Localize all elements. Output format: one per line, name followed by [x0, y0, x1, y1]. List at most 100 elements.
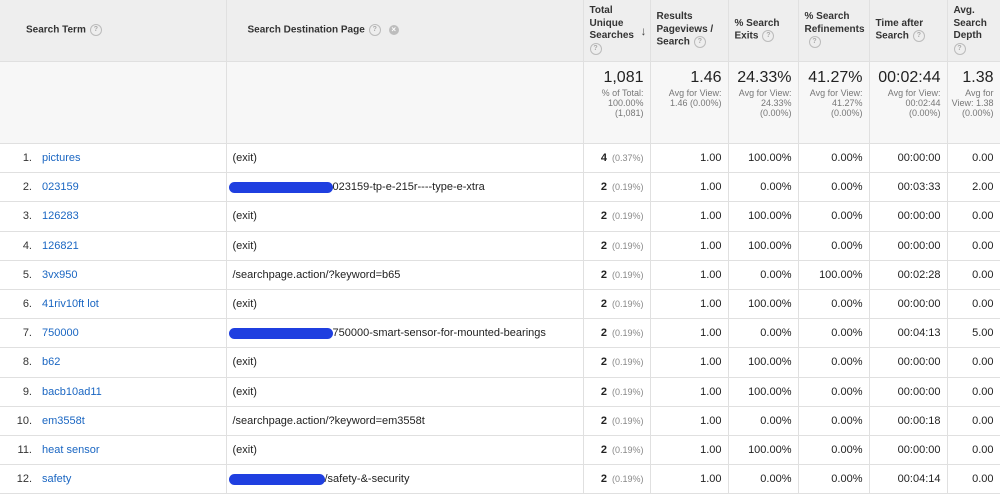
search-exits-cell: 100.00%	[728, 231, 799, 261]
help-icon[interactable]: ?	[912, 30, 925, 43]
results-pageviews-cell: 1.00	[650, 143, 729, 174]
unique-searches-value: 2	[600, 210, 607, 223]
search-refinements-cell: 0.00%	[798, 347, 870, 378]
column-header-destination[interactable]: Search Destination Page? ×	[226, 0, 584, 62]
destination-text: (exit)	[232, 210, 257, 223]
unique-searches-percent: (0.19%)	[611, 474, 644, 485]
search-depth-cell: 0.00	[947, 464, 1000, 495]
totals-row: 1,081 % of Total: 100.00% (1,081) 1.46 A…	[0, 61, 1000, 144]
results-pageviews-cell: 1.00	[650, 231, 729, 261]
results-pageviews-cell: 1.00	[650, 435, 729, 466]
table-row: 10. em3558t /searchpage.action/?keyword=e…	[0, 406, 1000, 436]
results-pageviews-cell: 1.00	[650, 318, 729, 349]
site-search-report-table: Search Term? Search Destination Page? × T…	[0, 0, 1000, 495]
search-refinements-cell: 0.00%	[798, 377, 870, 407]
unique-searches-value: 2	[600, 327, 607, 340]
unique-searches-cell: 4 (0.37%)	[583, 143, 651, 174]
search-term-link[interactable]: safety	[42, 473, 71, 485]
search-exits-cell: 0.00%	[728, 406, 799, 436]
redaction-mark	[228, 181, 333, 193]
unique-searches-cell: 2 (0.19%)	[583, 260, 651, 290]
search-term-cell: 2. 023159	[0, 172, 227, 203]
search-refinements-cell: 0.00%	[798, 318, 870, 349]
column-header-search-exits[interactable]: % Search Exits?	[728, 0, 799, 62]
unique-searches-percent: (0.19%)	[611, 211, 644, 222]
search-depth-cell: 0.00	[947, 260, 1000, 290]
search-term-link[interactable]: 126821	[42, 240, 79, 252]
help-icon[interactable]: ?	[808, 36, 821, 49]
row-index: 4.	[22, 239, 32, 252]
unique-searches-value: 2	[600, 473, 607, 486]
search-term-cell: 10. em3558t	[0, 406, 227, 436]
help-icon[interactable]: ?	[89, 23, 102, 36]
sort-descending-icon[interactable]: ↓	[641, 24, 647, 39]
search-refinements-cell: 0.00%	[798, 172, 870, 203]
search-refinements-cell: 0.00%	[798, 289, 870, 320]
search-term-link[interactable]: 41riv10ft lot	[42, 298, 99, 310]
column-header-search-depth[interactable]: Avg. Search Depth?	[947, 0, 1000, 62]
time-after-search-cell: 00:00:00	[869, 143, 948, 174]
column-header-search-term[interactable]: Search Term?	[0, 0, 227, 62]
search-exits-cell: 100.00%	[728, 143, 799, 174]
time-after-search-cell: 00:03:33	[869, 172, 948, 203]
column-header-label: Search Term	[26, 24, 86, 36]
search-depth-cell: 0.00	[947, 231, 1000, 261]
destination-cell: (exit)	[226, 347, 584, 378]
search-depth-cell: 0.00	[947, 377, 1000, 407]
column-header-search-refinements[interactable]: % Search Refinements?	[798, 0, 870, 62]
results-pageviews-cell: 1.00	[650, 201, 729, 232]
search-refinements-cell: 0.00%	[798, 464, 870, 495]
row-index: 2.	[22, 181, 32, 194]
search-refinements-cell: 0.00%	[798, 231, 870, 261]
search-term-link[interactable]: 126283	[42, 210, 79, 222]
search-term-link[interactable]: 023159	[42, 181, 79, 193]
unique-searches-cell: 2 (0.19%)	[583, 377, 651, 407]
time-after-search-cell: 00:00:00	[869, 377, 948, 407]
total-value: 00:02:44	[878, 69, 941, 86]
search-exits-cell: 0.00%	[728, 318, 799, 349]
unique-searches-value: 2	[600, 181, 607, 194]
search-exits-cell: 100.00%	[728, 201, 799, 232]
search-term-link[interactable]: 3vx950	[42, 269, 77, 281]
help-icon[interactable]: ?	[953, 42, 966, 55]
unique-searches-percent: (0.19%)	[611, 328, 644, 339]
column-header-label: Search Destination Page	[247, 24, 365, 36]
search-refinements-cell: 0.00%	[798, 201, 870, 232]
table-row: 11. heat sensor (exit) 2 (0.19%) 1.00 100.…	[0, 435, 1000, 466]
search-depth-cell: 2.00	[947, 172, 1000, 203]
column-header-unique-searches[interactable]: Total Unique Searches? ↓	[583, 0, 651, 62]
search-depth-cell: 0.00	[947, 347, 1000, 378]
search-exits-cell: 100.00%	[728, 377, 799, 407]
table-row: 7. 750000 750000-smart-sensor-for-mounted…	[0, 318, 1000, 349]
search-term-link[interactable]: bacb10ad11	[42, 386, 102, 398]
search-term-link[interactable]: em3558t	[42, 415, 85, 427]
destination-text: /searchpage.action/?keyword=em3558t	[232, 414, 425, 427]
total-value: 1.46	[690, 69, 722, 86]
search-term-link[interactable]: b62	[42, 356, 60, 368]
destination-cell: (exit)	[226, 377, 584, 407]
help-icon[interactable]: ?	[368, 23, 381, 36]
search-term-cell: 12. safety	[0, 464, 227, 495]
column-header-time-after-search[interactable]: Time after Search?	[869, 0, 948, 62]
time-after-search-cell: 00:00:00	[869, 347, 948, 378]
destination-cell: (exit)	[226, 201, 584, 232]
search-term-cell: 6. 41riv10ft lot	[0, 289, 227, 320]
help-icon[interactable]: ?	[762, 30, 775, 43]
time-after-search-cell: 00:02:28	[869, 260, 948, 290]
total-subtext: Avg for View: 24.33% (0.00%)	[738, 88, 792, 118]
search-term-link[interactable]: pictures	[42, 152, 81, 164]
unique-searches-value: 2	[600, 443, 607, 456]
search-term-link[interactable]: heat sensor	[42, 444, 99, 456]
unique-searches-value: 4	[600, 152, 607, 165]
remove-dimension-icon[interactable]: ×	[388, 24, 399, 35]
unique-searches-cell: 2 (0.19%)	[583, 318, 651, 349]
help-icon[interactable]: ?	[589, 42, 602, 55]
column-header-results-pageviews[interactable]: Results Pageviews / Search?	[650, 0, 729, 62]
search-refinements-cell: 0.00%	[798, 143, 870, 174]
search-term-link[interactable]: 750000	[42, 327, 79, 339]
total-value: 24.33%	[737, 69, 792, 86]
help-icon[interactable]: ?	[693, 36, 706, 49]
time-after-search-cell: 00:00:18	[869, 406, 948, 436]
search-exits-cell: 0.00%	[728, 464, 799, 495]
unique-searches-cell: 2 (0.19%)	[583, 435, 651, 466]
